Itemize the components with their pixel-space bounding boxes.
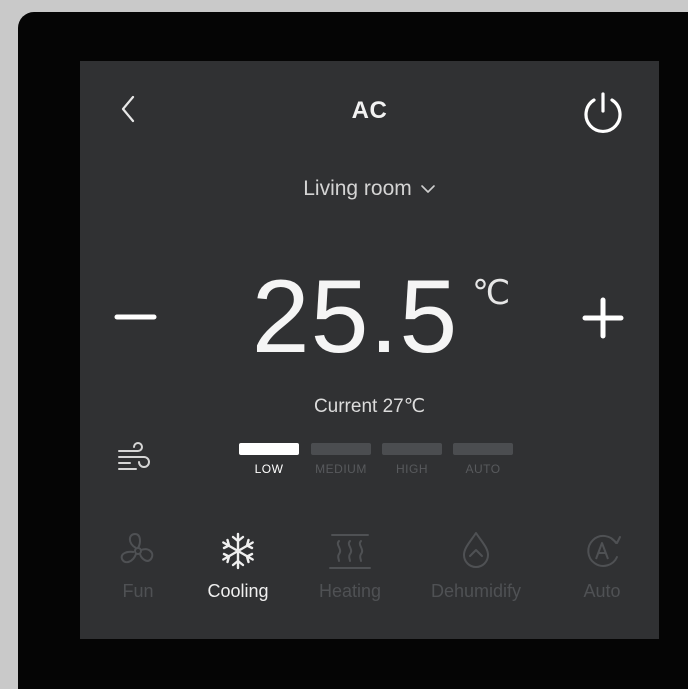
fan-speed-label: LOW [254,462,284,476]
auto-icon [587,534,621,567]
ac-control-screen: AC Living room 25.5 ℃ Current 27℃ LOW ME… [80,61,659,639]
fan-speed-label: MEDIUM [315,462,367,476]
page-title: AC [351,97,388,124]
fan-speed-bar [311,443,371,455]
mode-fan[interactable]: Fun [88,529,188,602]
mode-label: Dehumidify [430,581,522,601]
fan-speed-auto[interactable]: AUTO [453,443,513,476]
fan-speed-label: HIGH [396,462,428,476]
mode-dehumidify[interactable]: Dehumidify [426,529,526,602]
fan-speed-label: AUTO [465,462,501,476]
fan-speed-medium[interactable]: MEDIUM [311,443,371,476]
wind-icon [116,439,156,475]
mode-heating[interactable]: Heating [300,529,400,602]
chevron-down-icon [420,185,435,194]
decrease-temp-button[interactable] [114,297,158,337]
snowflake-icon [222,532,254,570]
temperature-unit: ℃ [472,274,511,312]
minus-icon [114,314,157,320]
temperature-setpoint: 25.5 [251,259,459,375]
fan-speed-bar [239,443,299,455]
fan-speed-low[interactable]: LOW [239,443,299,476]
heating-icon [329,534,371,569]
room-selector[interactable]: Living room [80,177,659,201]
fan-icon [120,532,154,564]
increase-temp-button[interactable] [580,295,626,341]
mode-label: Heating [318,581,382,601]
droplet-icon [463,532,489,568]
room-name: Living room [303,177,412,200]
mode-cooling[interactable]: Cooling [188,529,288,602]
fan-speed-high[interactable]: HIGH [382,443,442,476]
mode-auto[interactable]: Auto [552,529,652,602]
fan-speed-bar [453,443,513,455]
mode-label: Auto [583,581,621,601]
power-icon [584,92,622,134]
mode-label: Fun [122,581,154,601]
power-button[interactable] [578,87,628,137]
mode-label: Cooling [207,581,269,601]
current-temperature: Current 27℃ [313,396,426,417]
fan-speed-bar [382,443,442,455]
plus-icon [582,297,624,339]
